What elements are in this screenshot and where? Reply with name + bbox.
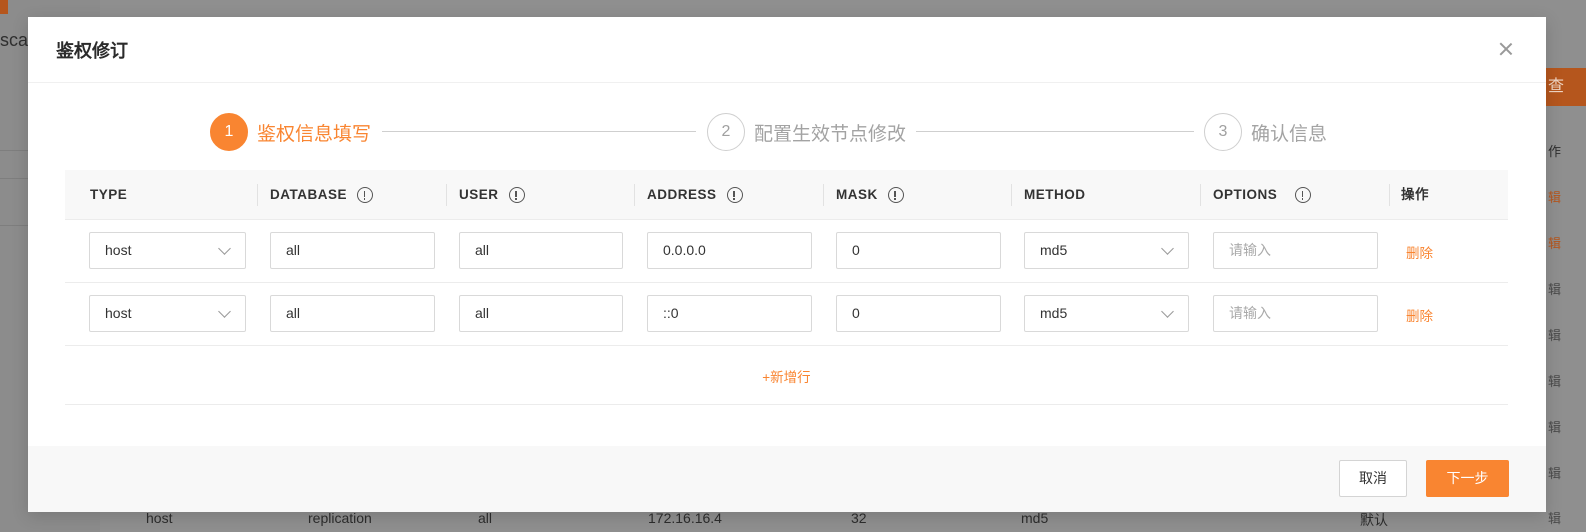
column-header-label: 操作	[1401, 187, 1429, 202]
background-edit-link: 辑	[1548, 282, 1562, 297]
address-input[interactable]: ::0	[647, 295, 812, 332]
column-header-label: METHOD	[1024, 187, 1086, 202]
info-icon[interactable]	[508, 187, 525, 203]
step-1-number: 1	[210, 113, 248, 151]
background-edit-link: 辑	[1548, 190, 1562, 205]
method-select[interactable]: md5	[1024, 232, 1189, 269]
column-header-actions: 操作	[1401, 170, 1429, 220]
column-header-label: DATABASE	[270, 187, 347, 202]
step-1-label: 鉴权信息填写	[257, 124, 372, 145]
step-2-number: 2	[707, 113, 745, 151]
background-cell: 32	[851, 510, 867, 526]
column-separator	[1389, 184, 1390, 206]
type-select[interactable]: host	[89, 295, 246, 332]
info-icon[interactable]	[887, 187, 904, 203]
step-3-number: 3	[1204, 113, 1242, 151]
info-icon[interactable]	[357, 187, 373, 203]
close-icon[interactable]	[1496, 39, 1516, 59]
mask-input[interactable]: 0	[836, 295, 1001, 332]
background-edit-link: 辑	[1548, 236, 1562, 251]
background-edit-link: 辑	[1548, 374, 1562, 389]
column-separator	[1200, 184, 1201, 206]
step-2-label: 配置生效节点修改	[754, 124, 907, 145]
add-row-link[interactable]: +新增行	[762, 366, 810, 386]
chevron-down-icon	[218, 242, 231, 255]
modal-title: 鉴权修订	[56, 41, 128, 61]
method-select-value: md5	[1040, 305, 1068, 321]
modal-footer: 取消 下一步	[28, 446, 1546, 512]
column-header-label: ADDRESS	[647, 187, 717, 202]
background-cell: 默认	[1360, 512, 1388, 528]
background-left-text: sca	[0, 30, 29, 50]
delete-row-link[interactable]: 删除	[1406, 242, 1433, 262]
background-cell: host	[146, 510, 173, 526]
column-separator	[1011, 184, 1012, 206]
background-col-header: 作	[1548, 144, 1562, 159]
background-edit-link: 辑	[1548, 328, 1562, 343]
delete-row-link[interactable]: 删除	[1406, 305, 1433, 325]
background-edit-link: 辑	[1548, 466, 1562, 481]
info-icon[interactable]	[1295, 187, 1312, 203]
info-icon[interactable]	[726, 187, 743, 203]
auth-table: TYPE DATABASE USER ADDRESS MASK METHOD O…	[65, 170, 1508, 405]
background-cell: all	[478, 510, 493, 526]
column-separator	[634, 184, 635, 206]
step-3-label: 确认信息	[1251, 124, 1328, 145]
method-select[interactable]: md5	[1024, 295, 1189, 332]
steps-indicator: 1 鉴权信息填写 2 配置生效节点修改 3 确认信息	[210, 113, 1330, 151]
step-connector	[382, 131, 696, 132]
add-row-container: +新增行	[65, 346, 1508, 405]
column-header-type: TYPE	[90, 170, 127, 220]
column-header-options: OPTIONS	[1213, 170, 1312, 220]
column-header-mask: MASK	[836, 170, 904, 220]
table-header: TYPE DATABASE USER ADDRESS MASK METHOD O…	[65, 170, 1508, 220]
type-select-value: host	[105, 305, 132, 321]
background-orange-marker	[0, 0, 8, 14]
options-input[interactable]: 请输入	[1213, 295, 1378, 332]
table-row: host all all ::0 0 md5 请输入 删除	[65, 283, 1508, 346]
column-header-method: METHOD	[1024, 170, 1086, 220]
user-input[interactable]: all	[459, 232, 623, 269]
next-step-button[interactable]: 下一步	[1426, 460, 1509, 497]
chevron-down-icon	[218, 305, 231, 318]
method-select-value: md5	[1040, 242, 1068, 258]
chevron-down-icon	[1161, 305, 1174, 318]
database-input[interactable]: all	[270, 232, 435, 269]
column-header-label: USER	[459, 187, 499, 202]
column-header-label: TYPE	[90, 187, 128, 202]
column-separator	[257, 184, 258, 206]
column-separator	[446, 184, 447, 206]
modal-header: 鉴权修订	[28, 17, 1546, 83]
auth-revision-modal: 鉴权修订 1 鉴权信息填写 2 配置生效节点修改 3 确认信息 TYPE DAT…	[28, 17, 1546, 512]
type-select-value: host	[105, 242, 132, 258]
column-separator	[823, 184, 824, 206]
step-connector	[916, 131, 1194, 132]
database-input[interactable]: all	[270, 295, 435, 332]
background-cell: replication	[308, 510, 372, 526]
table-row: host all all 0.0.0.0 0 md5 请输入 删除	[65, 220, 1508, 283]
cancel-button[interactable]: 取消	[1339, 460, 1407, 497]
background-cell: md5	[1021, 510, 1049, 526]
mask-input[interactable]: 0	[836, 232, 1001, 269]
chevron-down-icon	[1161, 242, 1174, 255]
column-header-address: ADDRESS	[647, 170, 743, 220]
column-header-user: USER	[459, 170, 525, 220]
options-input[interactable]: 请输入	[1213, 232, 1378, 269]
column-header-label: OPTIONS	[1213, 187, 1278, 202]
column-header-database: DATABASE	[270, 170, 373, 220]
background-cell: 172.16.16.4	[648, 510, 722, 526]
address-input[interactable]: 0.0.0.0	[647, 232, 812, 269]
user-input[interactable]: all	[459, 295, 623, 332]
type-select[interactable]: host	[89, 232, 246, 269]
background-edit-link: 辑	[1548, 420, 1562, 435]
column-header-label: MASK	[836, 187, 878, 202]
